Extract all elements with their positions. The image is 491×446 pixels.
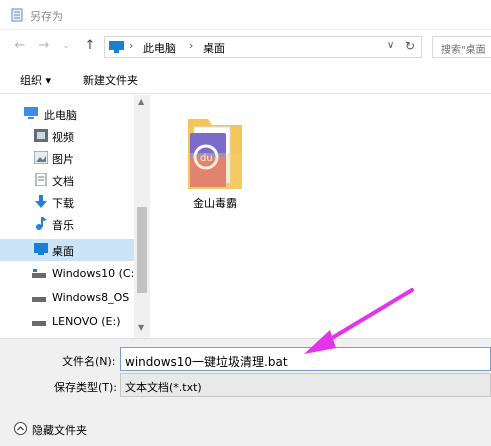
- drive-icon: [32, 297, 46, 302]
- save-type-value: 文本文档(*.txt): [125, 381, 202, 394]
- up-button[interactable]: ↑: [82, 37, 98, 55]
- folder-icon: du: [188, 119, 242, 189]
- sidebar-item-label: 此电脑: [44, 109, 77, 122]
- sidebar-item-drive-c[interactable]: Windows10 (C:: [0, 263, 134, 285]
- download-icon: [35, 195, 47, 208]
- chevron-down-icon: ⌄: [62, 41, 70, 51]
- save-type-select[interactable]: 文本文档(*.txt): [120, 373, 491, 397]
- toolbar: 组织 ▾ 新建文件夹: [0, 64, 491, 94]
- forward-button[interactable]: →: [36, 37, 52, 55]
- sidebar-item-videos[interactable]: 视频: [0, 125, 134, 147]
- sidebar-item-label: 图片: [52, 153, 74, 166]
- sidebar-item-pictures[interactable]: 图片: [0, 147, 134, 169]
- sidebar-item-music[interactable]: 音乐: [0, 213, 134, 235]
- computer-icon: [24, 107, 38, 119]
- window-title: 另存为: [30, 10, 63, 23]
- sidebar-item-label: 文档: [52, 175, 74, 188]
- scroll-up-icon[interactable]: ▲: [138, 97, 144, 106]
- navigation-pane: 此电脑 视频 图片 文档 下载 音乐 桌面 Windows10 (C: Wind…: [0, 95, 150, 338]
- address-bar[interactable]: › 此电脑 › 桌面 ∨ ↻: [104, 36, 422, 58]
- navigation-scrollbar[interactable]: ▲ ▼: [134, 95, 150, 338]
- sidebar-item-label: 桌面: [52, 245, 74, 258]
- sidebar-item-label: 下载: [52, 197, 74, 210]
- breadcrumb-desktop[interactable]: 桌面: [203, 40, 225, 56]
- arrow-right-icon: →: [38, 38, 50, 53]
- navigation-bar: ← → ⌄ ↑ › 此电脑 › 桌面 ∨ ↻ 搜索"桌面: [0, 31, 491, 63]
- documents-icon: [35, 173, 47, 186]
- sidebar-item-label: LENOVO (E:): [52, 315, 121, 328]
- breadcrumb-separator: ›: [189, 39, 194, 52]
- music-icon: [36, 217, 47, 230]
- sidebar-item-drive-e[interactable]: LENOVO (E:): [0, 311, 134, 333]
- drive-icon: [32, 269, 46, 278]
- annotation-arrow-icon: [304, 288, 414, 354]
- drive-icon: [32, 321, 46, 326]
- address-dropdown-icon[interactable]: ∨: [387, 40, 394, 51]
- pictures-icon: [34, 151, 48, 164]
- refresh-icon[interactable]: ↻: [405, 39, 415, 53]
- search-placeholder: 搜索"桌面: [441, 45, 486, 56]
- back-button[interactable]: ←: [12, 37, 28, 55]
- filename-label: 文件名(N):: [62, 355, 116, 368]
- folder-item[interactable]: du 金山毒霸: [180, 109, 250, 210]
- desktop-icon: [34, 243, 48, 255]
- sidebar-item-label: 视频: [52, 131, 74, 144]
- save-type-label: 保存类型(T):: [54, 381, 118, 394]
- new-folder-button[interactable]: 新建文件夹: [83, 72, 138, 88]
- chevron-up-circle-icon: [14, 422, 27, 435]
- search-input[interactable]: 搜索"桌面: [432, 36, 491, 58]
- hide-folders-label: 隐藏文件夹: [32, 424, 87, 437]
- save-options-panel: 文件名(N): windows10一键垃圾清理.bat 保存类型(T): 文本文…: [0, 338, 491, 446]
- breadcrumb-separator: ›: [129, 39, 134, 52]
- title-bar: 另存为: [0, 0, 491, 30]
- scrollbar-thumb[interactable]: [137, 207, 147, 293]
- arrow-left-icon: ←: [14, 38, 26, 53]
- sidebar-item-label: Windows8_OS: [52, 291, 130, 304]
- sidebar-item-this-pc[interactable]: 此电脑: [0, 103, 134, 125]
- sidebar-item-label: Windows10 (C:: [52, 267, 135, 280]
- video-icon: [34, 129, 48, 142]
- sidebar-item-drive-d[interactable]: Windows8_OS: [0, 287, 134, 309]
- sidebar-item-documents[interactable]: 文档: [0, 169, 134, 191]
- sidebar-item-label: 音乐: [52, 219, 74, 232]
- organize-button[interactable]: 组织 ▾: [20, 72, 51, 88]
- sidebar-item-desktop[interactable]: 桌面: [0, 239, 134, 261]
- scroll-down-icon[interactable]: ▼: [138, 323, 144, 332]
- filename-value: windows10一键垃圾清理.bat: [125, 355, 288, 369]
- folder-label: 金山毒霸: [193, 197, 237, 210]
- arrow-up-icon: ↑: [84, 38, 96, 53]
- computer-icon: [109, 41, 124, 53]
- recent-locations-button[interactable]: ⌄: [58, 37, 74, 55]
- notepad-icon: [11, 8, 23, 22]
- breadcrumb-this-pc[interactable]: 此电脑: [143, 40, 176, 56]
- sidebar-item-downloads[interactable]: 下载: [0, 191, 134, 213]
